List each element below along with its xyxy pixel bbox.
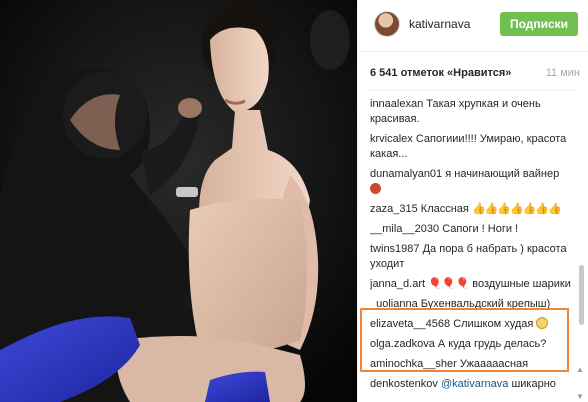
follow-button[interactable]: Подписки bbox=[500, 12, 578, 36]
comment-mention[interactable]: @kativarnava bbox=[441, 378, 508, 390]
comment-author[interactable]: zaza_315 bbox=[370, 203, 418, 215]
comment-author[interactable]: janna_d.art bbox=[370, 278, 425, 290]
comment-text: воздушные шарики bbox=[472, 278, 571, 290]
comment-item: denkostenkov @kativarnava шикарно bbox=[370, 377, 578, 392]
scroll-down-icon[interactable]: ▼ bbox=[576, 392, 584, 401]
comment-author[interactable]: dunamalyan01 bbox=[370, 168, 442, 180]
comment-author[interactable]: denkostenkov bbox=[370, 378, 438, 390]
post-photo bbox=[0, 0, 357, 402]
likes-count[interactable]: 6 541 отметок «Нравится» bbox=[370, 67, 511, 79]
comment-author[interactable]: twins1987 bbox=[370, 243, 420, 255]
post-header: kativarnava Подписки bbox=[358, 0, 588, 52]
photo-image bbox=[0, 0, 357, 402]
comment-text: я начинающий вайнер bbox=[445, 168, 560, 180]
balloon-icon: 🎈🎈🎈 bbox=[428, 278, 470, 290]
scrollbar-thumb[interactable] bbox=[579, 265, 584, 325]
comment-item: twins1987 Да пора б набрать ) красота ух… bbox=[370, 242, 578, 272]
avatar[interactable] bbox=[374, 11, 400, 37]
comment-item: zaza_315 Классная 👍👍👍👍👍👍👍 bbox=[370, 202, 578, 217]
comment-item: innaalexan Такая хрупкая и очень красива… bbox=[370, 97, 578, 127]
post-timestamp[interactable]: 11 мин bbox=[546, 67, 580, 79]
comment-item: dunamalyan01 я начинающий вайнер bbox=[370, 167, 578, 197]
comment-text: Сапоги ! Ноги ! bbox=[442, 223, 519, 235]
comment-item: krvicalex Сапогиии!!!! Умираю, красота к… bbox=[370, 132, 578, 162]
comment-author[interactable]: innaalexan bbox=[370, 98, 423, 110]
post-username[interactable]: kativarnava bbox=[409, 17, 470, 31]
comment-author[interactable]: krvicalex bbox=[370, 133, 413, 145]
likes-row: 6 541 отметок «Нравится» 11 мин bbox=[370, 67, 580, 83]
face-icon bbox=[370, 183, 381, 194]
highlight-frame bbox=[360, 308, 569, 372]
scroll-up-icon[interactable]: ▲ bbox=[576, 365, 584, 374]
comment-item: janna_d.art 🎈🎈🎈 воздушные шарики bbox=[370, 277, 578, 292]
thumbs-up-icon: 👍👍👍👍👍👍👍 bbox=[471, 203, 562, 215]
comments-scrollbar[interactable] bbox=[579, 97, 584, 397]
comment-text: Классная bbox=[420, 203, 469, 215]
comment-author[interactable]: __mila__2030 bbox=[370, 223, 439, 235]
comment-text: шикарно bbox=[511, 378, 556, 390]
comment-item: __mila__2030 Сапоги ! Ноги ! bbox=[370, 222, 578, 237]
divider bbox=[370, 90, 577, 91]
